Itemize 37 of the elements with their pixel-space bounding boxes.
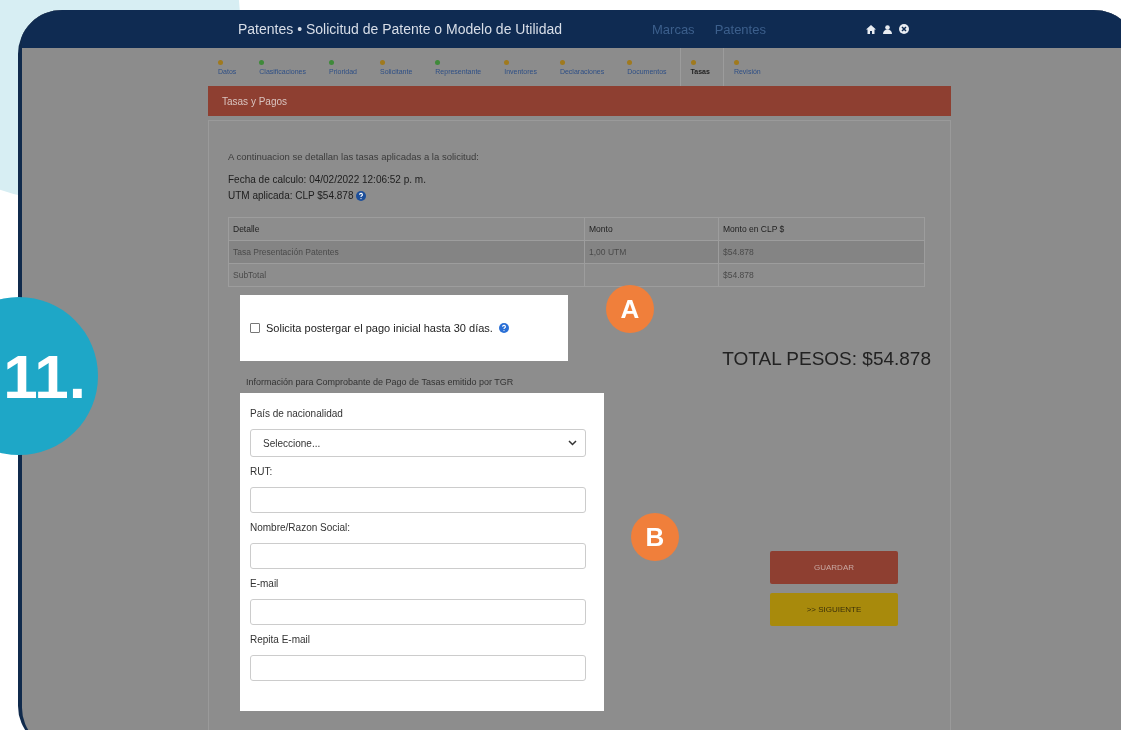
next-button[interactable]: >> SIGUIENTE — [770, 593, 898, 626]
input-field[interactable] — [250, 487, 586, 513]
column-header: Monto en CLP $ — [718, 217, 925, 241]
country-dropdown[interactable]: Seleccione... — [250, 429, 586, 457]
nav-link[interactable]: Patentes — [714, 21, 766, 37]
receipt-section-title: Información para Comprobante de Pago de Tasas emitido por TGR — [246, 377, 515, 387]
total-amount: TOTAL PESOS: $54.878 — [722, 348, 931, 370]
field-label: Repita E-mail — [250, 634, 312, 645]
field-label: País de nacionalidad — [250, 408, 344, 419]
table-cell: SubTotal — [228, 263, 585, 287]
help-icon[interactable] — [356, 190, 367, 201]
input-field[interactable] — [250, 599, 586, 625]
nav-link[interactable]: Marcas — [652, 21, 695, 37]
table-cell: 1,00 UTM — [584, 240, 719, 264]
checkbox-label: Solicita postergar el pago inicial hasta 30 días. — [266, 322, 493, 334]
home-icon[interactable] — [865, 24, 876, 34]
marker-badge: B — [631, 513, 679, 561]
column-header: Monto — [584, 217, 719, 241]
field-label: Nombre/Razon Social: — [250, 522, 352, 533]
marker-badge: A — [606, 285, 654, 333]
column-header: Detalle — [228, 217, 585, 241]
utm-text: UTM aplicada: CLP $54.878 — [228, 190, 354, 201]
save-button[interactable]: GUARDAR — [770, 551, 898, 584]
help-icon[interactable] — [498, 323, 509, 333]
close-icon[interactable] — [898, 24, 909, 34]
app-title: Patentes • Solicitud de Patente o Modelo de Utilidad — [238, 21, 563, 37]
section-title: Tasas y Pagos — [222, 95, 288, 107]
input-field[interactable] — [250, 655, 586, 681]
table-cell: $54.878 — [718, 263, 925, 287]
input-field[interactable] — [250, 543, 586, 569]
user-icon[interactable] — [882, 24, 892, 34]
chevron-icon — [568, 440, 577, 446]
field-label: E-mail — [250, 578, 280, 589]
checkbox[interactable] — [250, 323, 260, 333]
field-label: RUT: — [250, 466, 274, 477]
intro-text: A continuacion se detallan las tasas aplicadas a la solicitud: — [228, 151, 480, 162]
date-text: Fecha de calculo: 04/02/2022 12:06:52 p. m. — [228, 174, 427, 185]
